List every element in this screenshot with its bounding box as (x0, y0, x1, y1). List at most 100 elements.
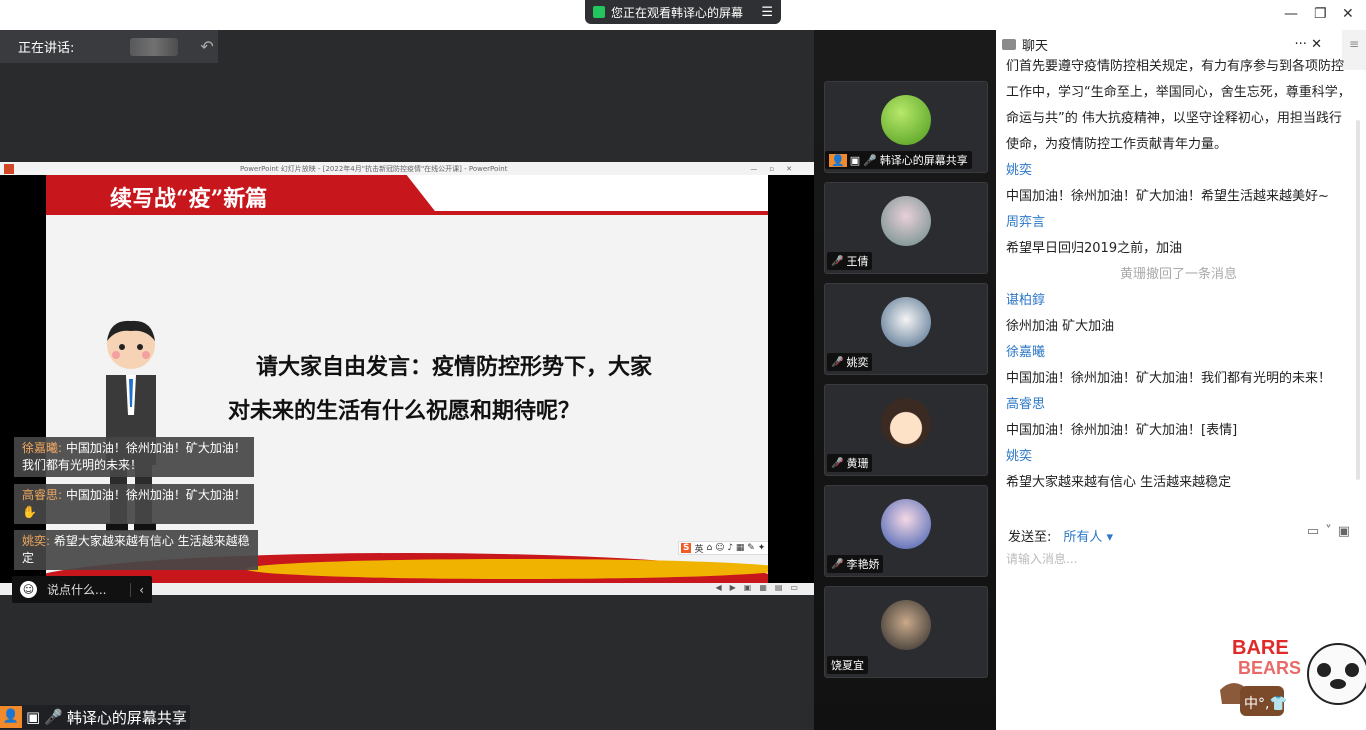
chat-message-text: 中国加油！徐州加油！矿大加油！[表情] (1006, 423, 1238, 438)
screen-share-icon: ▣ (849, 153, 861, 167)
file-icon[interactable]: ▭˅ (1307, 524, 1338, 539)
viewing-banner-text: 您正在观看韩译心的屏幕 (611, 5, 744, 20)
svg-text:BEARS: BEARS (1238, 658, 1301, 678)
more-options-icon[interactable]: ··· ✕ (1295, 37, 1322, 52)
chat-message-text: 中国加油！徐州加油！矿大加油！希望生活越来越美好~ (1006, 189, 1329, 204)
screen-share-icon: ▣ (26, 708, 41, 726)
participant-tile[interactable]: 🎤̸ 王倩 (824, 182, 988, 274)
participant-label: 饶夏宜 (827, 656, 868, 674)
restore-button[interactable]: ❐ (1314, 6, 1327, 22)
chat-bubble-icon (1002, 38, 1016, 50)
overlay-text: 中国加油！徐州加油！矿大加油！ (62, 488, 246, 502)
ime-mode[interactable]: 英 (694, 542, 703, 555)
close-button[interactable]: ✕ (1342, 6, 1354, 22)
participant-tile[interactable]: 🎤̸ 姚奕 (824, 283, 988, 375)
speaking-indicator: 正在讲话: ↶ (0, 30, 218, 63)
participant-label: 👤 ▣ 🎤 韩译心的屏幕共享 (825, 151, 972, 169)
overlay-name: 高睿思: (22, 488, 63, 502)
we-bare-bears-sticker: BARE BEARS 中°,👕 (1220, 637, 1366, 716)
overlay-message: 徐嘉曦: 中国加油！徐州加油！矿大加油！我们都有光明的未来！ (14, 437, 254, 477)
ppt-title: PowerPoint 幻灯片放映 - [2022年4月"抗击新冠防控疫情"在线公… (240, 164, 508, 173)
mic-muted-icon: 🎤̸ (831, 457, 844, 469)
participant-avatar (881, 600, 931, 650)
chat-sender: 谌柏錞 (1006, 293, 1046, 308)
ppt-window-controls[interactable]: —▫✕ (750, 165, 804, 173)
participant-name: 王倩 (846, 255, 869, 268)
participant-label: 🎤̸ 姚奕 (827, 353, 873, 371)
slide-question-line1: 请大家自由发言：疫情防控形势下，大家 (256, 354, 653, 380)
collapse-icon[interactable]: ‹ (130, 582, 144, 597)
announcement-icon[interactable]: ▣ (1338, 524, 1356, 539)
slideshow-controls[interactable]: ◀▶▣▦▤▭ (715, 583, 806, 592)
banner-menu-icon[interactable]: ☰ (761, 5, 773, 20)
overlay-text: 希望大家越来越有信心 生活越来越稳定 (22, 534, 250, 565)
chat-sender: 周弈言 (1006, 215, 1046, 230)
chat-message-text: 希望早日回归2019之前，加油 (1006, 241, 1183, 256)
quick-comment-bar[interactable]: ☺ 说点什么... ‹ (12, 576, 152, 603)
participant-name: 韩译心的屏幕共享 (879, 154, 968, 167)
chat-message-text: 们首先要遵守疫情防控相关规定，有力有序参与到各项防控工作中，学习“生命至上，举国… (1006, 59, 1351, 152)
participant-avatar (881, 297, 931, 347)
svg-text:中°,👕: 中°,👕 (1244, 696, 1287, 712)
send-to-dropdown[interactable]: 所有人 ▾ (1063, 530, 1113, 545)
speaker-avatar (130, 37, 179, 56)
participant-name: 姚奕 (846, 356, 869, 369)
slide-title: 续写战“疫”新篇 (110, 186, 268, 212)
chat-sender: 高睿思 (1006, 397, 1046, 412)
overlay-message: 姚奕: 希望大家越来越有信心 生活越来越稳定 (14, 530, 258, 570)
chat-message-text: 徐州加油 矿大加油 (1006, 319, 1115, 334)
participant-avatar (881, 499, 931, 549)
overlay-name: 徐嘉曦: (22, 441, 63, 455)
mic-muted-icon: 🎤̸ (831, 356, 844, 368)
user-avatar-icon: 👤 (829, 153, 847, 167)
chat-sender: 姚奕 (1006, 449, 1033, 464)
participant-tile[interactable]: 🎤̸ 黄珊 (824, 384, 988, 476)
user-avatar-icon: 👤 (0, 706, 22, 728)
chat-title: 聊天 (1022, 38, 1049, 54)
undo-icon[interactable]: ↶ (200, 37, 213, 56)
participant-label: 🎤̸ 李艳娇 (827, 555, 884, 573)
participant-name: 黄珊 (846, 457, 869, 470)
chat-tools: ▭˅▣ (1307, 524, 1356, 539)
speaking-label: 正在讲话: (18, 41, 75, 56)
comment-input[interactable]: 说点什么... (47, 581, 106, 598)
mic-muted-icon: 🎤̸ (831, 558, 844, 570)
powerpoint-icon (4, 163, 14, 174)
svg-text:BARE: BARE (1232, 637, 1289, 659)
chat-input[interactable]: 请输入消息... (1006, 550, 1077, 567)
participant-avatar (881, 196, 931, 246)
participant-name: 饶夏宜 (831, 659, 864, 672)
emoji-picker-icon[interactable]: ☺ (20, 581, 37, 598)
title-bar: 您正在观看韩译心的屏幕 ☰ — ❐ ✕ (0, 0, 1366, 30)
overlay-message: 高睿思: 中国加油！徐州加油！矿大加油！ ✋ (14, 484, 254, 524)
viewing-banner[interactable]: 您正在观看韩译心的屏幕 ☰ (585, 0, 781, 24)
chat-sender: 姚奕 (1006, 163, 1033, 178)
mic-muted-icon: 🎤̸ (831, 255, 844, 267)
chat-message-text: 中国加油！徐州加油！矿大加油！我们都有光明的未来！ (1006, 371, 1332, 386)
participant-avatar (881, 398, 931, 448)
send-to-label: 发送至: (1008, 530, 1052, 545)
overlay-name: 姚奕: (22, 534, 51, 548)
sharer-label: 👤 ▣ 🎤 韩译心的屏幕共享 (0, 705, 190, 729)
participant-tile[interactable]: 👤 ▣ 🎤 韩译心的屏幕共享 (824, 81, 988, 173)
close-chat-icon[interactable]: ✕ (1311, 37, 1322, 52)
participant-name: 李艳娇 (846, 558, 880, 571)
send-to-selector: 发送至: 所有人 ▾ (1008, 526, 1113, 545)
participant-avatar (881, 95, 931, 145)
minimize-button[interactable]: — (1284, 6, 1298, 22)
participant-tile[interactable]: 🎤̸ 李艳娇 (824, 485, 988, 577)
participant-list: 👤 ▣ 🎤 韩译心的屏幕共享 🎤̸ 王倩 🎤̸ 姚奕 🎤̸ 黄珊 🎤̸ 李艳娇 … (814, 30, 996, 730)
chat-message-text: 希望大家越来越有信心 生活越来越稳定 (1006, 475, 1232, 490)
chat-sender: 徐嘉曦 (1006, 345, 1046, 360)
participant-label: 🎤̸ 黄珊 (827, 454, 873, 472)
emoji-icon: ✋ (22, 505, 37, 519)
slide-decor-wave-gold (246, 559, 768, 579)
chat-messages: 们首先要遵守疫情防控相关规定，有力有序参与到各项防控工作中，学习“生命至上，举国… (1006, 54, 1351, 496)
ime-toolbar[interactable]: S 英 ⌂ ☺ ♪ ▦ ✎ ✦ ▤ (678, 541, 768, 555)
mic-icon: 🎤 (863, 153, 877, 167)
chat-scrollbar[interactable] (1356, 120, 1360, 480)
participant-tile[interactable]: 饶夏宜 (824, 586, 988, 678)
ime-tools-icon[interactable]: ⌂ ☺ ♪ ▦ ✎ ✦ ▤ (707, 543, 769, 553)
participant-label: 🎤̸ 王倩 (827, 252, 873, 270)
slide-question-line2: 对未来的生活有什么祝愿和期待呢？ (228, 398, 581, 424)
